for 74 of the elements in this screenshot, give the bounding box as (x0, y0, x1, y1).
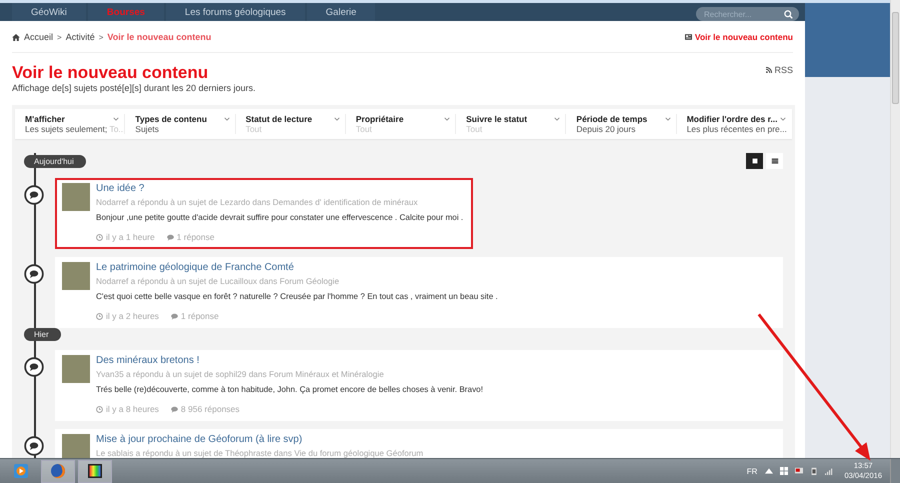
scrollbar-thumb[interactable] (892, 12, 899, 104)
avatar-placeholder (62, 183, 90, 211)
page-title: Voir le nouveau contenu (12, 63, 210, 82)
flag-icon[interactable] (780, 467, 788, 475)
post-title-link[interactable]: Le patrimoine géologique de Franche Comté (96, 262, 498, 274)
filter-dropdown[interactable]: Suivre le statut Tout (455, 114, 566, 134)
search-icon[interactable] (784, 10, 793, 18)
speech-bubble-icon (170, 406, 178, 412)
monitor-icon[interactable] (795, 467, 804, 475)
filter-dropdown[interactable]: Statut de lecture Tout (234, 114, 345, 134)
rss-icon (766, 67, 772, 73)
language-indicator[interactable]: FR (746, 466, 758, 476)
filter-dropdown[interactable]: Période de temps Depuis 20 jours (565, 114, 676, 134)
chevron-down-icon (554, 117, 560, 121)
post-title-link[interactable]: Mise à jour prochaine de Géoforum (à lire svp) (96, 434, 424, 446)
new-content-link[interactable]: Voir le nouveau contenu (694, 32, 793, 42)
chevron-down-icon (444, 117, 450, 121)
filter-dropdown[interactable]: Types de contenu Sujets (124, 114, 235, 134)
square-icon (750, 157, 758, 165)
media-player-icon[interactable] (13, 463, 29, 479)
date-label: Hier (24, 328, 61, 341)
breadcrumb-link[interactable]: Activité (66, 32, 95, 42)
list-icon (770, 157, 778, 165)
speech-bubble-icon (170, 312, 178, 320)
avatar-placeholder (62, 434, 90, 458)
post-time: il y a 8 heures (106, 404, 159, 414)
post-excerpt: C'est quoi cette belle vasque en forêt ? naturelle ? Creusée par l'homme ? En tout cas , vraiment un beau site . (96, 292, 498, 302)
breadcrumb-link[interactable]: Accueil (24, 32, 54, 42)
nav-tab[interactable]: Galerie (306, 3, 376, 21)
post-excerpt: Trés belle (re)découverte, comme à ton habitude, John. Ça promet encore de belles choses à venir. Bravo! (96, 385, 483, 395)
film-strip-icon[interactable] (87, 463, 103, 479)
home-icon (12, 34, 20, 40)
chevron-down-icon (664, 117, 671, 121)
reply-count: 1 réponse (176, 232, 214, 242)
date-label: Aujourd'hui (24, 154, 86, 168)
filter-dropdown[interactable]: M'afficher Les sujets seulement; To... (15, 114, 124, 134)
clock-icon (96, 312, 103, 320)
post-meta: Nodarref a répondu à un sujet de Lezardo dans Demandes d' identification de minéraux (96, 197, 419, 207)
post-title-link[interactable]: Des minéraux bretons ! (96, 355, 483, 367)
post-time: il y a 1 heure (106, 232, 155, 242)
browser-globe-icon[interactable] (50, 463, 66, 479)
signal-bars-icon[interactable] (825, 467, 834, 475)
post-time: il y a 2 heures (106, 311, 159, 321)
chevron-down-icon (334, 117, 340, 121)
nav-tab[interactable]: Les forums géologiques (166, 3, 305, 21)
page-subtitle: Affichage de[s] sujets posté[e][s] durant les 20 derniers jours. (12, 83, 256, 93)
avatar-placeholder (62, 355, 90, 383)
post-title-link[interactable]: Une idée ? (96, 183, 464, 195)
chevron-down-icon (224, 117, 230, 121)
post-excerpt: Bonjour ,une petite goutte d'acide devrait suffire pour constater une effervescence . Calcite pour moi . (96, 213, 464, 223)
newspaper-icon (684, 34, 692, 40)
view-toggle-button[interactable] (746, 153, 763, 169)
filter-dropdown[interactable]: Modifier l'ordre des r... Les plus récentes en pre... (676, 114, 786, 134)
avatar-placeholder (62, 262, 90, 290)
post-meta: Nodarref a répondu à un sujet de Lucailloux dans Forum Géologie (96, 276, 340, 286)
reply-count: 8 956 réponses (180, 404, 240, 414)
chevron-down-icon (113, 117, 120, 121)
reply-count: 1 réponse (180, 311, 219, 321)
rss-link[interactable]: RSS (766, 65, 793, 75)
breadcrumb-separator: > (57, 32, 62, 42)
chevron-down-icon (780, 117, 786, 121)
power-plug-icon[interactable] (810, 467, 818, 475)
breadcrumb-separator: > (98, 32, 104, 42)
filter-dropdown[interactable]: Propriétaire Tout (344, 114, 456, 134)
caret-up-icon[interactable] (765, 467, 774, 475)
nav-tab[interactable]: GéoWiki (12, 3, 86, 21)
post-meta: Yvan35 a répondu à un sujet de sophil29 dans Forum Minéraux et Minéralogie (96, 369, 385, 379)
view-toggle-button[interactable] (766, 153, 783, 169)
post-meta: Le sablais a répondu à un sujet de Théophraste dans Vie du forum géologique Géoforum (96, 448, 424, 458)
scrollbar[interactable] (890, 0, 900, 458)
clock-icon (96, 234, 103, 240)
breadcrumb-link[interactable]: Voir le nouveau contenu (107, 32, 212, 42)
clock-icon (96, 406, 103, 412)
speech-bubble-icon (166, 234, 174, 240)
